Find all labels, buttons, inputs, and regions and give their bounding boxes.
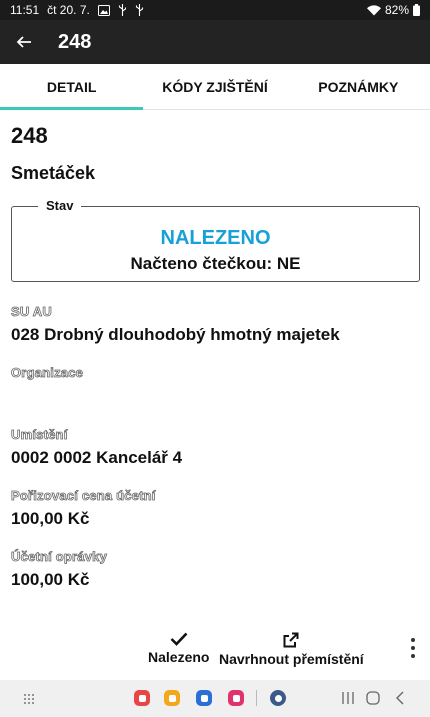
- asset-name: Smetáček: [11, 163, 96, 183]
- propose-move-label: Navrhnout přemístění: [219, 651, 364, 667]
- detail-content: 248 Smetáček Stav NALEZENO Načteno čtečk…: [11, 120, 421, 590]
- app-shortcut-blue-icon[interactable]: [196, 690, 212, 706]
- field-label: Organizace: [11, 365, 84, 381]
- asset-code: 248: [11, 123, 48, 148]
- battery-percent: 82%: [384, 3, 409, 17]
- app-shortcut-pink-icon[interactable]: [228, 690, 244, 706]
- field-su-au: SU AU 028 Drobný dlouhodobý hmotný majet…: [11, 304, 421, 345]
- field-value: 0002 0002 Kancelář 4: [11, 448, 183, 467]
- page-title: 248: [58, 30, 92, 53]
- open-external-icon: [283, 632, 299, 648]
- state-status: NALEZENO: [160, 227, 271, 249]
- app-bar: 248: [0, 20, 430, 64]
- more-dot: [411, 638, 415, 642]
- status-date: čt 20. 7.: [47, 3, 90, 17]
- field-value: 028 Drobný dlouhodobý hmotný majetek: [11, 325, 340, 344]
- found-button[interactable]: Nalezeno: [148, 632, 209, 665]
- field-label: Účetní oprávky: [11, 549, 108, 565]
- field-depreciation: Účetní oprávky 100,00 Kč: [11, 549, 421, 590]
- state-box: Stav NALEZENO Načteno čtečkou: NE: [11, 198, 420, 282]
- back-button[interactable]: [2, 20, 46, 64]
- tab-bar: DETAIL KÓDY ZJIŠTĚNÍ POZNÁMKY: [0, 64, 430, 110]
- more-options-button[interactable]: [408, 638, 418, 658]
- app-shortcut-yellow-icon[interactable]: [164, 690, 180, 706]
- field-label: Pořizovací cena účetní: [11, 488, 156, 504]
- more-dot: [411, 646, 415, 650]
- dock-divider: [256, 690, 257, 706]
- home-icon[interactable]: [366, 691, 380, 710]
- tab-finding-codes[interactable]: KÓDY ZJIŠTĚNÍ: [143, 64, 286, 109]
- recent-apps-icon[interactable]: [341, 691, 355, 710]
- arrow-left-icon: [16, 36, 31, 48]
- scanner-state: Načteno čtečkou: NE: [130, 254, 301, 273]
- propose-move-button[interactable]: Navrhnout přemístění: [219, 632, 364, 667]
- state-legend: Stav: [38, 198, 82, 213]
- app-drawer-icon[interactable]: [23, 692, 35, 710]
- battery-icon: [413, 4, 420, 16]
- system-back-icon[interactable]: [395, 691, 405, 710]
- usb-icon-2: [135, 4, 144, 16]
- wifi-icon: [366, 4, 381, 16]
- status-bar: 11:51 čt 20. 7. 82%: [0, 0, 430, 20]
- field-acquisition-cost: Pořizovací cena účetní 100,00 Kč: [11, 488, 421, 529]
- usb-icon: [118, 4, 127, 16]
- tab-detail[interactable]: DETAIL: [0, 64, 144, 110]
- app-shortcut-red-icon[interactable]: [134, 690, 150, 706]
- found-button-label: Nalezeno: [148, 649, 210, 665]
- gallery-notification-icon: [97, 4, 110, 16]
- field-location: Umístění 0002 0002 Kancelář 4: [11, 427, 421, 468]
- field-value: 100,00 Kč: [11, 509, 90, 528]
- status-time: 11:51: [10, 3, 40, 17]
- field-value: 100,00 Kč: [11, 570, 90, 589]
- tab-notes[interactable]: POZNÁMKY: [287, 64, 430, 109]
- app-shortcut-settings-icon[interactable]: [270, 690, 286, 706]
- more-dot: [411, 654, 415, 658]
- checkmark-icon: [170, 632, 188, 646]
- field-organization: Organizace: [11, 365, 421, 427]
- system-nav-bar: [0, 680, 430, 717]
- bottom-action-bar: Nalezeno Navrhnout přemístění: [0, 626, 430, 674]
- field-label: Umístění: [11, 427, 68, 443]
- field-label: SU AU: [11, 304, 53, 320]
